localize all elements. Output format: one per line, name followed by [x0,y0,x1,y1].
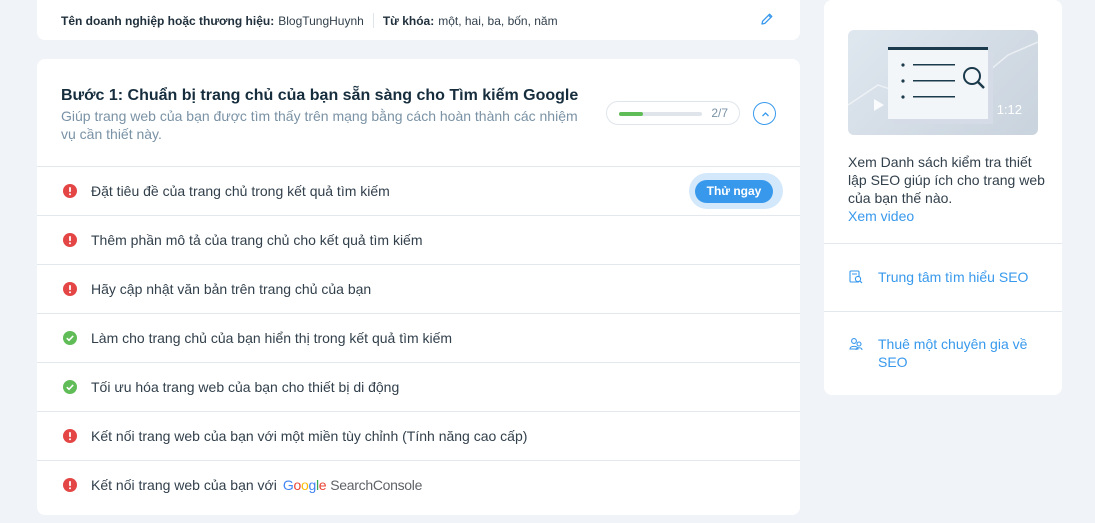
task-label-row: Kết nối trang web của bạn với Google Sea… [91,477,422,493]
collapse-button[interactable] [753,102,776,125]
step-subtitle: Giúp trang web của bạn được tìm thấy trê… [61,108,578,142]
chevron-up-icon [762,112,769,117]
video-duration: 1:12 [996,102,1022,117]
progress-label: 2/7 [711,106,728,120]
people-icon [848,336,864,352]
business-info-bar: Tên doanh nghiệp hoặc thương hiệu: BlogT… [37,0,800,40]
search-doc-icon [848,269,864,285]
play-icon[interactable] [873,98,885,117]
exclamation-circle-icon [63,478,77,492]
task-row[interactable]: Làm cho trang chủ của bạn hiển thị trong… [37,313,800,362]
task-row[interactable]: Kết nối trang web của bạn với một miền t… [37,411,800,460]
exclamation-circle-icon [63,233,77,247]
checklist-card: Bước 1: Chuẩn bị trang chủ của bạn sẵn s… [37,59,800,515]
try-now-focus-ring: Thử ngay [689,173,783,209]
divider [372,13,374,28]
hire-seo-expert-link[interactable]: Thuê một chuyên gia về SEO [848,335,1038,371]
progress-track [619,112,702,116]
progress-fill [619,112,643,116]
task-row[interactable]: Thêm phần mô tả của trang chủ cho kết qu… [37,215,800,264]
progress-indicator: 2/7 [606,101,740,125]
exclamation-circle-icon [63,429,77,443]
divider [824,311,1062,312]
check-circle-icon [63,380,77,394]
side-description-block: Xem Danh sách kiểm tra thiết lập SEO giú… [848,153,1048,225]
task-label: Kết nối trang web của bạn với [91,477,277,493]
hire-seo-expert-label: Thuê một chuyên gia về SEO [878,336,1028,370]
try-now-button[interactable]: Thử ngay [695,180,773,203]
business-name-value: BlogTungHuynh [278,13,364,28]
exclamation-circle-icon [63,184,77,198]
checklist-illustration [888,47,988,119]
exclamation-circle-icon [63,282,77,296]
task-label: Đặt tiêu đề của trang chủ trong kết quả … [91,183,390,199]
seo-learning-center-link[interactable]: Trung tâm tìm hiểu SEO [848,268,1028,286]
seo-learning-center-label: Trung tâm tìm hiểu SEO [878,269,1029,285]
keywords-value: một, hai, ba, bốn, năm [438,13,558,28]
task-row[interactable]: Hãy cập nhật văn bản trên trang chủ của … [37,264,800,313]
seo-help-card: 1:12 Xem Danh sách kiểm tra thiết lập SE… [824,0,1062,395]
google-search-console-logo: Google SearchConsole [282,477,423,493]
task-row[interactable]: Tối ưu hóa trang web của bạn cho thiết b… [37,362,800,411]
task-row[interactable]: Đặt tiêu đề của trang chủ trong kết quả … [37,166,800,215]
check-circle-icon [63,331,77,345]
video-thumbnail[interactable]: 1:12 [848,30,1038,135]
business-name-label: Tên doanh nghiệp hoặc thương hiệu: [61,13,275,28]
divider [824,243,1062,244]
task-label: Làm cho trang chủ của bạn hiển thị trong… [91,330,453,346]
task-label: Kết nối trang web của bạn với một miền t… [91,428,528,444]
task-label: Thêm phần mô tả của trang chủ cho kết qu… [91,232,423,248]
pencil-icon[interactable] [759,11,775,27]
task-label: Tối ưu hóa trang web của bạn cho thiết b… [91,379,400,395]
task-row[interactable]: Kết nối trang web của bạn với Google Sea… [37,460,800,509]
side-description: Xem Danh sách kiểm tra thiết lập SEO giú… [848,154,1045,206]
business-info-row: Tên doanh nghiệp hoặc thương hiệu: BlogT… [61,13,558,28]
task-label: Hãy cập nhật văn bản trên trang chủ của … [91,281,372,297]
watch-video-link[interactable]: Xem video [848,207,1048,225]
step-title: Bước 1: Chuẩn bị trang chủ của bạn sẵn s… [61,87,579,104]
keywords-label: Từ khóa: [382,13,435,28]
